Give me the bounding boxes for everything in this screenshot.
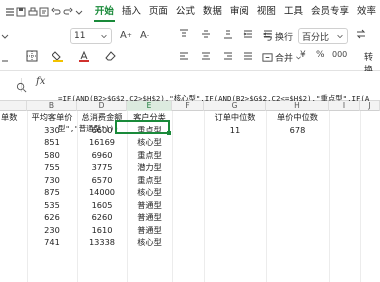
print-icon[interactable] [27,4,39,20]
column-header-f[interactable]: F [172,101,204,111]
column-header-i[interactable]: I [329,101,360,111]
selected-cell-border [115,120,170,134]
table-cell[interactable]: 核心型 [127,236,172,249]
wrap-text-label: 换行 [275,33,294,43]
thousands-button[interactable]: 000 [332,50,347,59]
tab-view[interactable]: 视图 [253,0,280,24]
menu-bar: 开始 插入 页面 公式 数据 审阅 视图 工具 会员专享 效率 [0,0,380,24]
table-cell[interactable]: 普通型 [127,211,172,224]
header-cell-price-median[interactable]: 单价中位数 [266,111,329,124]
fill-handle[interactable] [167,131,171,135]
merge-cells-label: 合并 [275,54,294,64]
tab-formula[interactable]: 公式 [172,0,199,24]
align-center-icon[interactable] [200,50,212,62]
font-size-value: 11 [74,31,86,41]
zoom-icon[interactable] [16,78,27,97]
font-grow-button[interactable]: A + [120,30,132,41]
table-cell[interactable]: 重点型 [127,149,172,162]
header-cell-avg-price[interactable]: 平均客单价 [27,111,77,124]
column-header-bar: B D E F G H I J [0,101,380,111]
tab-home[interactable]: 开始 [91,0,118,24]
align-bottom-icon[interactable] [222,28,234,40]
save-icon[interactable] [16,4,28,20]
cell-price-median[interactable]: 678 [266,124,329,137]
border-icon[interactable] [26,50,38,62]
tab-page[interactable]: 页面 [145,0,172,24]
table-cell[interactable]: 潜力型 [127,161,172,174]
print-preview-icon[interactable] [39,4,51,20]
table-cell[interactable]: 755 [27,161,77,174]
table-cell[interactable]: 875 [27,186,77,199]
underline-button[interactable] [0,50,10,62]
table-cell[interactable]: 3775 [77,161,127,174]
tab-efficiency[interactable]: 效率 [353,0,380,24]
table-cell[interactable]: 16169 [77,136,127,149]
table-cell[interactable]: 230 [27,224,77,237]
header-cell-orders[interactable]: 单数 [0,111,27,124]
table-cell[interactable]: 330 [27,124,77,137]
table-cell[interactable]: 580 [27,149,77,162]
wrap-text-button[interactable]: 换行 [262,30,293,43]
tab-review[interactable]: 审阅 [226,0,253,24]
more-icon[interactable] [73,4,85,20]
table-cell[interactable]: 6570 [77,174,127,187]
table-cell[interactable]: 重点型 [127,174,172,187]
font-name-select[interactable] [0,31,10,41]
table-cell[interactable]: 14000 [77,186,127,199]
tab-tools[interactable]: 工具 [280,0,307,24]
table-cell[interactable]: 535 [27,199,77,212]
table-cell[interactable]: 1605 [77,199,127,212]
undo-icon[interactable] [50,4,62,20]
formula-bar: fx =IF(AND(B2>$G$2,C2>$H$2),"核心型",IF(AND… [0,71,380,133]
table-cell[interactable]: 普通型 [127,224,172,237]
table-cell[interactable]: 13338 [77,236,127,249]
align-top-icon[interactable] [178,28,190,40]
merge-cells-button[interactable]: 合并 [262,51,302,64]
currency-button[interactable]: ¥ [300,50,306,60]
column-header-g[interactable]: G [204,101,266,111]
table-cell[interactable]: 核心型 [127,136,172,149]
table-cell[interactable]: 6260 [77,211,127,224]
menu-icon[interactable] [4,4,16,20]
header-cell-order-median[interactable]: 订单中位数 [204,111,266,124]
number-format-value: 百分比 [302,32,330,43]
table-cell[interactable]: 6960 [77,149,127,162]
table-cell[interactable]: 626 [27,211,77,224]
column-header-partial[interactable] [0,101,27,111]
tab-data[interactable]: 数据 [199,0,226,24]
convert-icon[interactable] [355,28,367,40]
table-cell[interactable]: 730 [27,174,77,187]
number-format-select[interactable]: 百分比 [298,28,348,44]
percent-button[interactable]: % [316,50,325,60]
font-color-icon[interactable] [78,50,90,62]
fill-color-icon[interactable] [52,50,64,62]
column-header-d[interactable]: D [77,101,127,111]
clear-format-icon[interactable] [104,50,116,62]
table-cell[interactable]: 核心型 [127,186,172,199]
justify-icon[interactable] [242,50,254,62]
ribbon: 11 A + A- 百分比 换行 合并 ¥ % 000 转 [0,24,380,76]
spreadsheet-grid[interactable]: 单数 平均客单价 总消费金额 客户分类 订单中位数 单价中位数 11 678 3… [0,111,380,282]
indent-icon[interactable] [242,28,254,40]
fx-icon[interactable]: fx [36,76,45,87]
table-cell[interactable]: 普通型 [127,199,172,212]
column-header-e[interactable]: E [127,101,172,111]
align-left-icon[interactable] [178,50,190,62]
column-header-j[interactable]: J [360,101,380,111]
column-header-b[interactable]: B [27,101,77,111]
cell-order-median[interactable]: 11 [204,124,266,137]
table-cell[interactable]: 851 [27,136,77,149]
redo-icon[interactable] [62,4,74,20]
table-cell[interactable]: 741 [27,236,77,249]
tab-insert[interactable]: 插入 [118,0,145,24]
font-size-select[interactable]: 11 [70,28,112,44]
align-middle-icon[interactable] [200,28,212,40]
table-cell[interactable]: 1610 [77,224,127,237]
tab-member[interactable]: 会员专享 [307,0,353,24]
align-right-icon[interactable] [222,50,234,62]
font-shrink-button[interactable]: A- [140,30,149,41]
column-header-h[interactable]: H [266,101,329,111]
